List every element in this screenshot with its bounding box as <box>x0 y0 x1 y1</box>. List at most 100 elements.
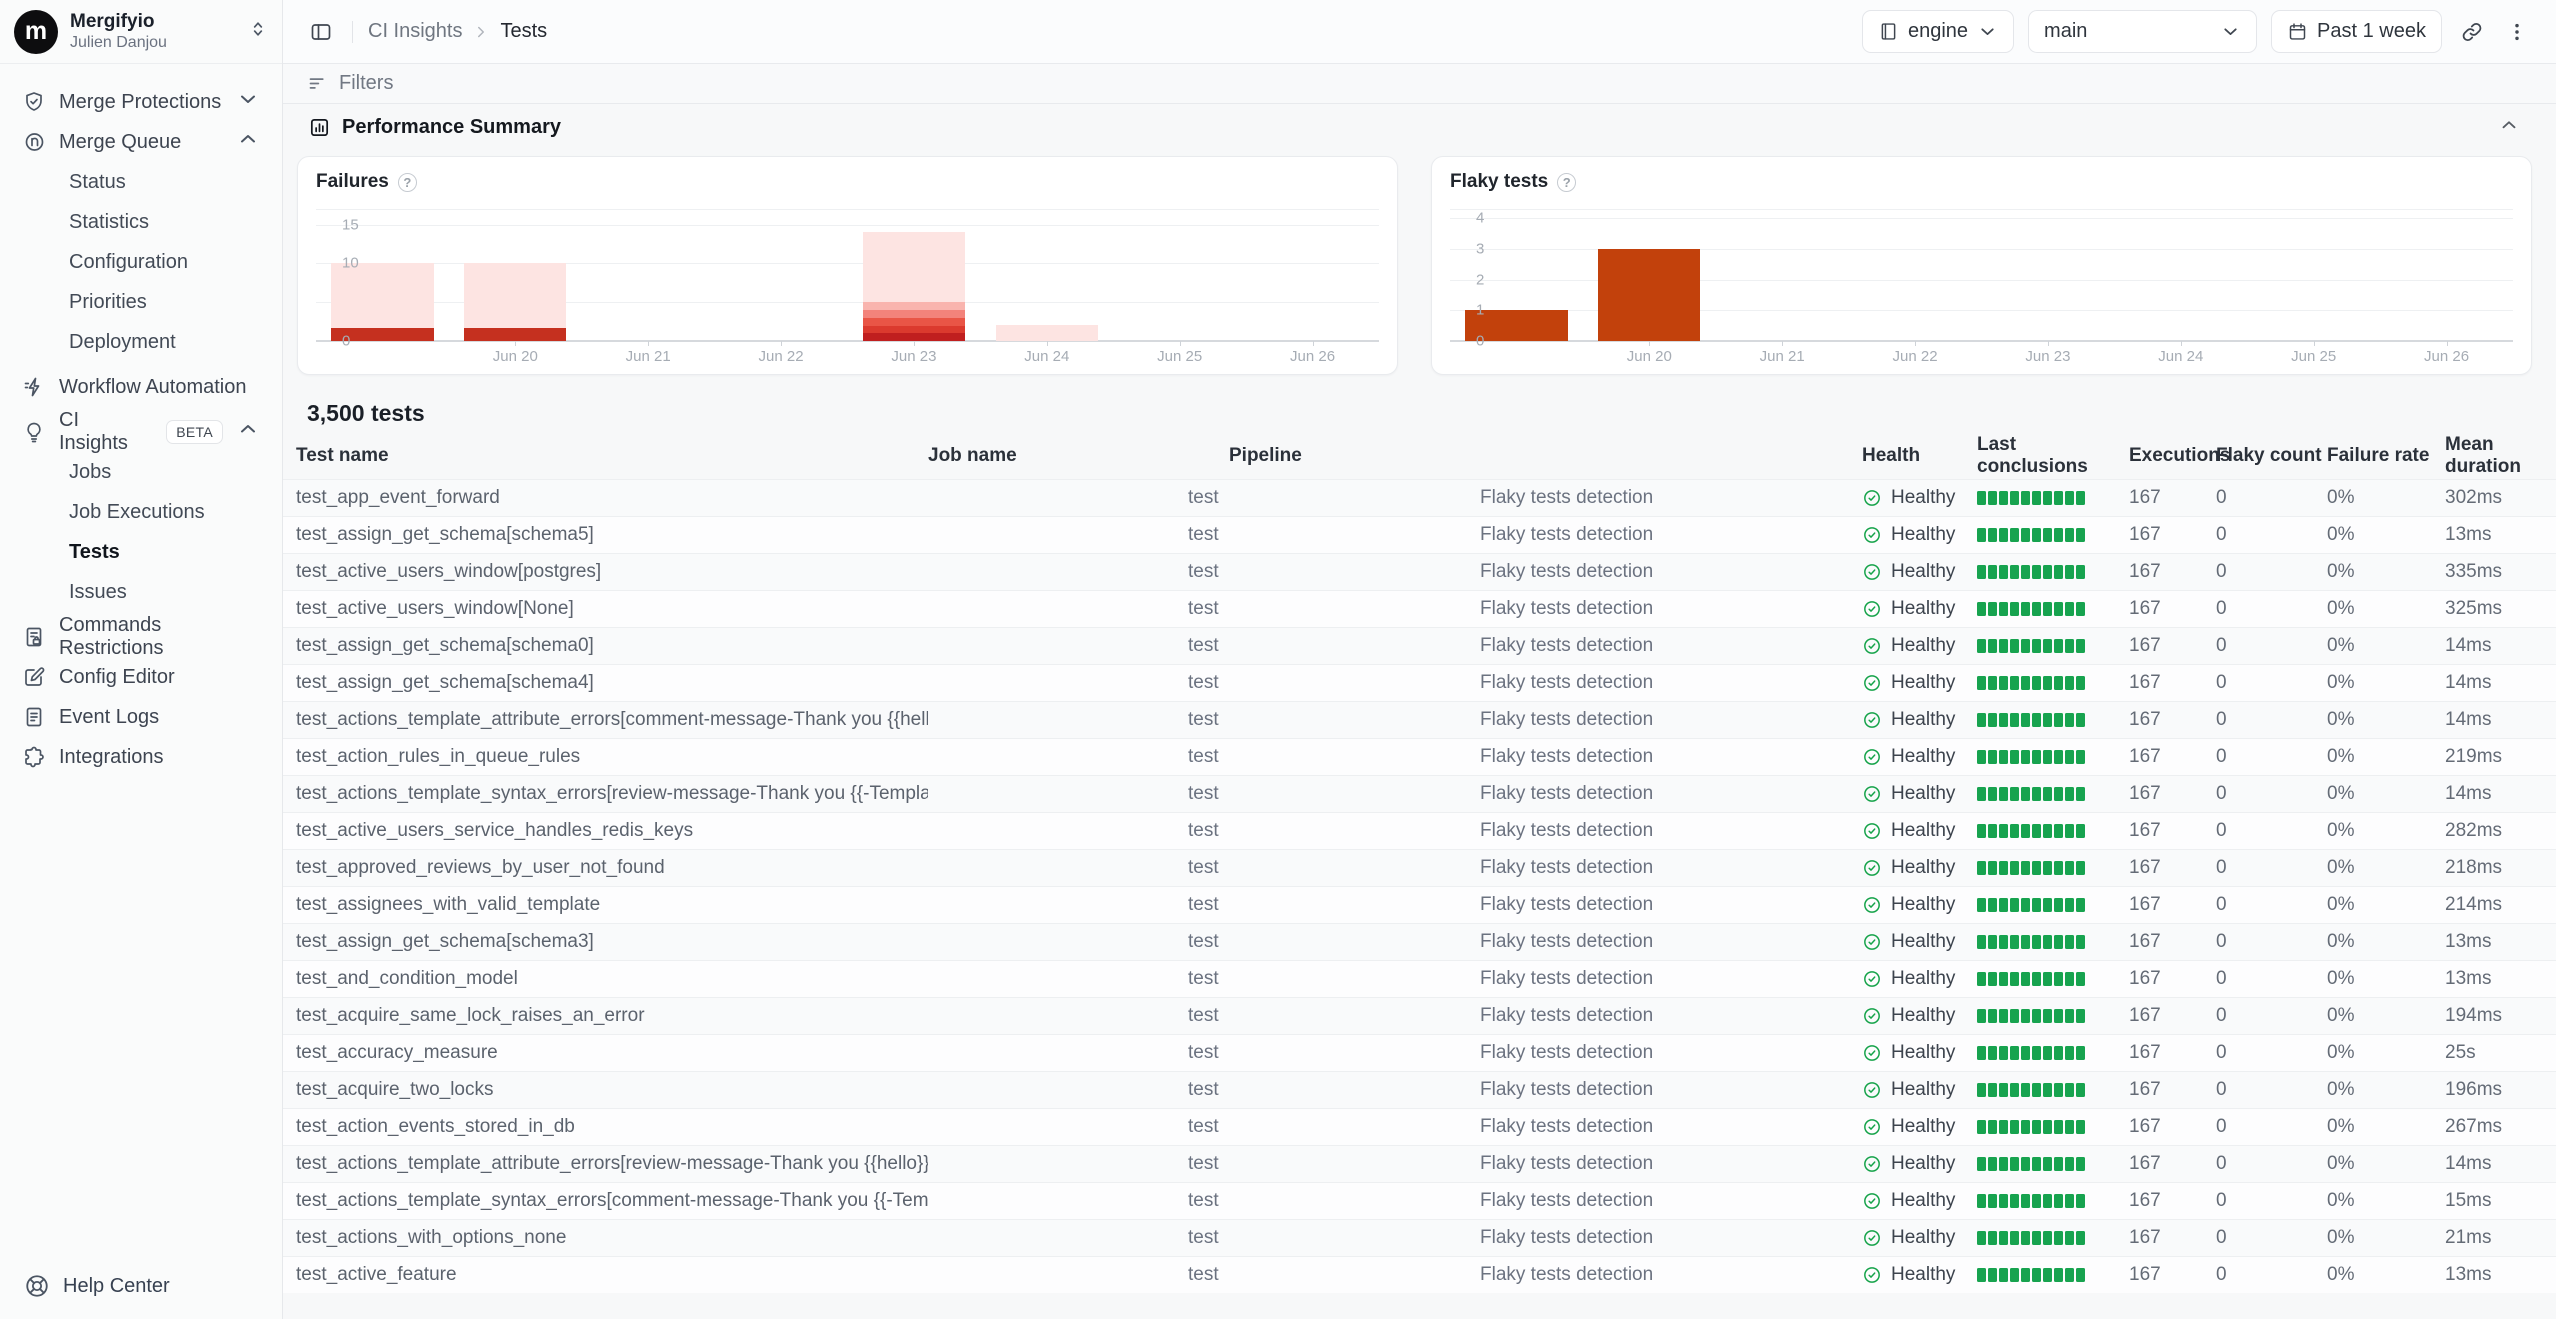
sidebar-item-jobs[interactable]: Jobs <box>12 452 270 492</box>
table-row[interactable]: test_assignees_with_valid_templatetestFl… <box>283 886 2556 923</box>
table-row[interactable]: test_approved_reviews_by_user_not_foundt… <box>283 849 2556 886</box>
sidebar-item-ci-insights[interactable]: CI InsightsBETA <box>12 412 270 452</box>
date-range-button[interactable]: Past 1 week <box>2271 10 2442 53</box>
cell-flaky-count: 0 <box>2216 1190 2327 1212</box>
cell-executions: 167 <box>2129 820 2216 842</box>
sidebar-item-merge-protections[interactable]: Merge Protections <box>12 82 270 122</box>
cell-executions: 167 <box>2129 1264 2216 1286</box>
table-row[interactable]: test_active_users_service_handles_redis_… <box>283 812 2556 849</box>
table-row[interactable]: test_actions_template_attribute_errors[r… <box>283 1145 2556 1182</box>
branch-selector[interactable]: main <box>2028 10 2257 53</box>
cell-flaky-count: 0 <box>2216 561 2327 583</box>
table-row[interactable]: test_acquire_two_lockstestFlaky tests de… <box>283 1071 2556 1108</box>
cell-executions: 167 <box>2129 598 2216 620</box>
table-row[interactable]: test_app_event_forwardtestFlaky tests de… <box>283 479 2556 516</box>
help-icon[interactable]: ? <box>1557 173 1576 192</box>
cell-flaky-count: 0 <box>2216 1116 2327 1138</box>
chart-slot <box>2380 209 2513 341</box>
help-center-link[interactable]: Help Center <box>24 1273 170 1299</box>
cell-flaky-count: 0 <box>2216 635 2327 657</box>
cell-test-name: test_approved_reviews_by_user_not_found <box>296 857 928 879</box>
puzzle-icon <box>22 745 46 769</box>
sidebar-item-tests[interactable]: Tests <box>12 532 270 572</box>
chevron-down-icon <box>1977 21 1998 42</box>
filters-button[interactable]: Filters <box>307 72 393 95</box>
cell-test-name: test_active_users_service_handles_redis_… <box>296 820 928 842</box>
sidebar-item-merge-queue[interactable]: Merge Queue <box>12 122 270 162</box>
chevron-up-down-icon <box>248 19 268 44</box>
sidebar-item-deployment[interactable]: Deployment <box>12 322 270 362</box>
table-row[interactable]: test_active_users_window[None]testFlaky … <box>283 590 2556 627</box>
collapse-section-button[interactable] <box>2498 114 2531 141</box>
cell-job-name: test <box>928 820 1229 842</box>
check-circle-icon <box>1862 969 1882 989</box>
cell-last-conclusions <box>1977 1009 2129 1023</box>
shield-check-icon <box>22 90 46 114</box>
table-row[interactable]: test_actions_template_syntax_errors[revi… <box>283 775 2556 812</box>
cell-job-name: test <box>928 931 1229 953</box>
table-row[interactable]: test_assign_get_schema[schema4]testFlaky… <box>283 664 2556 701</box>
sidebar-item-event-logs[interactable]: Event Logs <box>12 697 270 737</box>
expand-chevron <box>236 417 260 447</box>
cell-flaky-count: 0 <box>2216 487 2327 509</box>
repository-label: engine <box>1908 20 1968 43</box>
sidebar-item-issues[interactable]: Issues <box>12 572 270 612</box>
share-link-button[interactable] <box>2456 16 2488 48</box>
sidebar-item-integrations[interactable]: Integrations <box>12 737 270 777</box>
cell-executions: 167 <box>2129 894 2216 916</box>
more-options-button[interactable] <box>2502 17 2532 47</box>
cell-health: Healthy <box>1862 709 1977 731</box>
sidebar-item-status[interactable]: Status <box>12 162 270 202</box>
sidebar-item-configuration[interactable]: Configuration <box>12 242 270 282</box>
sidebar-item-workflow-automation[interactable]: Workflow Automation <box>12 367 270 407</box>
table-row[interactable]: test_actions_with_options_nonetestFlaky … <box>283 1219 2556 1256</box>
cell-mean-duration: 14ms <box>2445 709 2541 731</box>
topbar-divider <box>352 21 353 43</box>
chart-bar <box>1997 209 2099 341</box>
cell-last-conclusions <box>1977 861 2129 875</box>
cell-last-conclusions <box>1977 491 2129 505</box>
check-circle-icon <box>1862 525 1882 545</box>
chart-bar <box>1129 209 1231 341</box>
sidebar-item-config-editor[interactable]: Config Editor <box>12 657 270 697</box>
breadcrumb-ci-insights[interactable]: CI Insights <box>368 20 462 43</box>
cell-failure-rate: 0% <box>2327 968 2445 990</box>
table-row[interactable]: test_actions_template_attribute_errors[c… <box>283 701 2556 738</box>
table-row[interactable]: test_assign_get_schema[schema5]testFlaky… <box>283 516 2556 553</box>
table-row[interactable]: test_active_featuretestFlaky tests detec… <box>283 1256 2556 1293</box>
sidebar-toggle-button[interactable] <box>305 16 337 48</box>
help-icon[interactable]: ? <box>398 173 417 192</box>
sidebar-item-statistics[interactable]: Statistics <box>12 202 270 242</box>
cell-mean-duration: 25s <box>2445 1042 2541 1064</box>
table-row[interactable]: test_assign_get_schema[schema3]testFlaky… <box>283 923 2556 960</box>
cell-test-name: test_and_condition_model <box>296 968 928 990</box>
cell-flaky-count: 0 <box>2216 1005 2327 1027</box>
chart-bar <box>1731 209 1833 341</box>
table-row[interactable]: test_actions_template_syntax_errors[comm… <box>283 1182 2556 1219</box>
cell-last-conclusions <box>1977 676 2129 690</box>
chart-slot <box>1246 209 1379 341</box>
book-icon <box>1878 21 1899 42</box>
x-tick-label: Jun 26 <box>1246 348 1379 365</box>
table-row[interactable]: test_accuracy_measuretestFlaky tests det… <box>283 1034 2556 1071</box>
table-row[interactable]: test_and_condition_modeltestFlaky tests … <box>283 960 2556 997</box>
cell-pipeline: Flaky tests detection <box>1229 1042 1862 1064</box>
cell-executions: 167 <box>2129 1079 2216 1101</box>
org-switcher[interactable]: m Mergifyio Julien Danjou <box>0 0 282 64</box>
repository-selector[interactable]: engine <box>1862 10 2014 53</box>
cell-last-conclusions <box>1977 898 2129 912</box>
sidebar-item-job-executions[interactable]: Job Executions <box>12 492 270 532</box>
cell-executions: 167 <box>2129 1042 2216 1064</box>
chart-slot <box>1113 209 1246 341</box>
cell-job-name: test <box>928 1153 1229 1175</box>
table-row[interactable]: test_action_rules_in_queue_rulestestFlak… <box>283 738 2556 775</box>
sidebar-item-priorities[interactable]: Priorities <box>12 282 270 322</box>
cell-failure-rate: 0% <box>2327 561 2445 583</box>
column-header-health: Health <box>1862 445 1977 467</box>
table-row[interactable]: test_assign_get_schema[schema0]testFlaky… <box>283 627 2556 664</box>
table-row[interactable]: test_active_users_window[postgres]testFl… <box>283 553 2556 590</box>
table-row[interactable]: test_action_events_stored_in_dbtestFlaky… <box>283 1108 2556 1145</box>
sidebar-item-commands-restrictions[interactable]: Commands Restrictions <box>12 617 270 657</box>
table-row[interactable]: test_acquire_same_lock_raises_an_errorte… <box>283 997 2556 1034</box>
chart-bar <box>1261 209 1363 341</box>
